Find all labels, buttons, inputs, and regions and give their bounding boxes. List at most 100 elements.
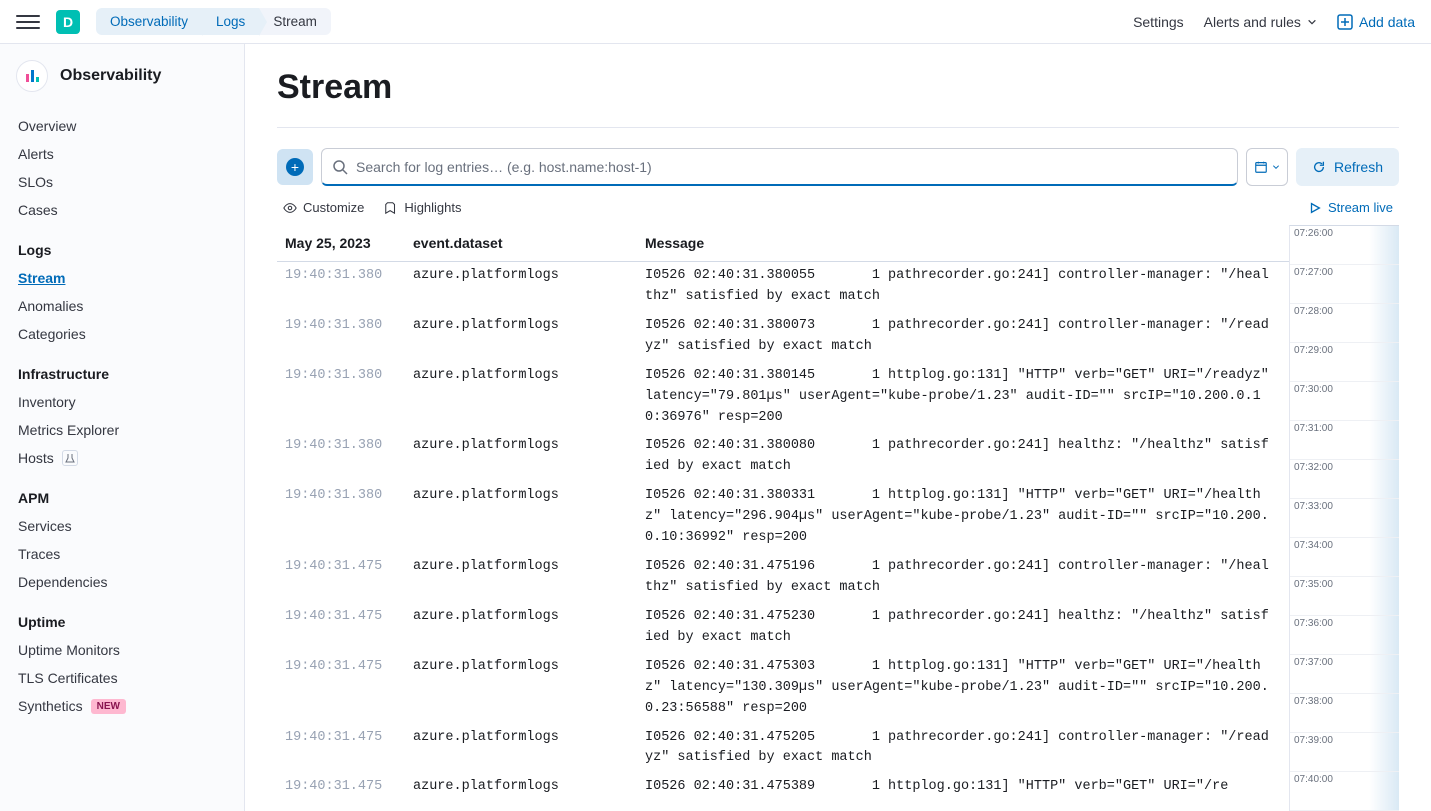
- log-header: May 25, 2023 event.dataset Message: [277, 225, 1289, 261]
- sidebar: Observability Overview Alerts SLOs Cases Log…: [0, 44, 245, 811]
- alerts-rules-label: Alerts and rules: [1204, 14, 1301, 30]
- sidebar-heading: Uptime: [0, 604, 244, 636]
- minimap-tick: 07:35:00: [1290, 577, 1399, 616]
- alerts-rules-menu[interactable]: Alerts and rules: [1204, 14, 1317, 30]
- sidebar-item-tls-certificates[interactable]: TLS Certificates: [0, 664, 244, 692]
- log-row[interactable]: 19:40:31.380azure.platformlogsI0526 02:4…: [277, 432, 1289, 482]
- col-header-message: Message: [645, 235, 1281, 251]
- play-icon: [1308, 201, 1322, 215]
- minimap-tick: 07:32:00: [1290, 460, 1399, 499]
- log-timestamp: 19:40:31.475: [285, 557, 413, 599]
- log-message: I0526 02:40:31.475303 1 httplog.go:131] …: [645, 657, 1281, 720]
- log-row[interactable]: 19:40:31.380azure.platformlogsI0526 02:4…: [277, 482, 1289, 553]
- chevron-down-icon: [1272, 163, 1280, 171]
- log-timestamp: 19:40:31.475: [285, 607, 413, 649]
- log-dataset: azure.platformlogs: [413, 486, 645, 549]
- minimap-tick: 07:27:00: [1290, 265, 1399, 304]
- sidebar-header: Observability: [0, 44, 244, 112]
- sidebar-item-stream[interactable]: Stream: [0, 264, 244, 292]
- hamburger-menu-icon[interactable]: [16, 10, 40, 34]
- sidebar-item-label: Synthetics: [18, 698, 83, 714]
- customize-button[interactable]: Customize: [283, 200, 364, 215]
- log-minimap[interactable]: 07:26:0007:27:0007:28:0007:29:0007:30:00…: [1289, 225, 1399, 811]
- log-message: I0526 02:40:31.380073 1 pathrecorder.go:…: [645, 316, 1281, 358]
- beta-badge-icon: [62, 450, 78, 466]
- minimap-tick: 07:31:00: [1290, 421, 1399, 460]
- search-icon: [332, 159, 348, 175]
- log-dataset: azure.platformlogs: [413, 436, 645, 478]
- settings-link[interactable]: Settings: [1133, 14, 1184, 30]
- stream-live-button[interactable]: Stream live: [1308, 200, 1393, 215]
- log-dataset: azure.platformlogs: [413, 316, 645, 358]
- log-row[interactable]: 19:40:31.475azure.platformlogsI0526 02:4…: [277, 603, 1289, 653]
- sidebar-item-label: Overview: [18, 118, 76, 134]
- highlights-label: Highlights: [404, 200, 461, 215]
- add-data-button[interactable]: Add data: [1337, 14, 1415, 30]
- stream-live-label: Stream live: [1328, 200, 1393, 215]
- sidebar-item-metrics-explorer[interactable]: Metrics Explorer: [0, 416, 244, 444]
- sidebar-heading: Logs: [0, 232, 244, 264]
- add-filter-button[interactable]: +: [277, 149, 313, 185]
- log-row[interactable]: 19:40:31.380azure.platformlogsI0526 02:4…: [277, 262, 1289, 312]
- breadcrumb-stream: Stream: [259, 8, 331, 35]
- space-badge[interactable]: D: [56, 10, 80, 34]
- log-timestamp: 19:40:31.475: [285, 657, 413, 720]
- sidebar-item-overview[interactable]: Overview: [0, 112, 244, 140]
- breadcrumb-observability[interactable]: Observability: [96, 8, 202, 35]
- date-picker-button[interactable]: [1246, 148, 1288, 186]
- log-message: I0526 02:40:31.380145 1 httplog.go:131] …: [645, 366, 1281, 429]
- minimap-tick: 07:26:00: [1290, 226, 1399, 265]
- minimap-tick: 07:34:00: [1290, 538, 1399, 577]
- sidebar-item-synthetics[interactable]: Synthetics NEW: [0, 692, 244, 720]
- refresh-label: Refresh: [1334, 159, 1383, 175]
- sidebar-item-traces[interactable]: Traces: [0, 540, 244, 568]
- log-timestamp: 19:40:31.380: [285, 266, 413, 308]
- log-dataset: azure.platformlogs: [413, 557, 645, 599]
- log-message: I0526 02:40:31.475389 1 httplog.go:131] …: [645, 777, 1281, 798]
- sidebar-item-inventory[interactable]: Inventory: [0, 388, 244, 416]
- sidebar-item-uptime-monitors[interactable]: Uptime Monitors: [0, 636, 244, 664]
- search-input[interactable]: [356, 159, 1227, 175]
- sidebar-item-label: Hosts: [18, 450, 54, 466]
- sidebar-item-cases[interactable]: Cases: [0, 196, 244, 224]
- refresh-button[interactable]: Refresh: [1296, 148, 1399, 186]
- plus-icon: +: [286, 158, 304, 176]
- sidebar-item-services[interactable]: Services: [0, 512, 244, 540]
- sidebar-item-anomalies[interactable]: Anomalies: [0, 292, 244, 320]
- sidebar-item-label: Alerts: [18, 146, 54, 162]
- minimap-tick: 07:29:00: [1290, 343, 1399, 382]
- log-dataset: azure.platformlogs: [413, 728, 645, 770]
- log-row[interactable]: 19:40:31.380azure.platformlogsI0526 02:4…: [277, 312, 1289, 362]
- sidebar-heading: Infrastructure: [0, 356, 244, 388]
- log-row[interactable]: 19:40:31.475azure.platformlogsI0526 02:4…: [277, 724, 1289, 774]
- new-badge: NEW: [91, 699, 126, 714]
- sidebar-item-label: Stream: [18, 270, 65, 286]
- calendar-icon: [1254, 160, 1268, 174]
- highlights-button[interactable]: Highlights: [384, 200, 461, 215]
- sidebar-item-slos[interactable]: SLOs: [0, 168, 244, 196]
- breadcrumb: Observability Logs Stream: [96, 8, 331, 36]
- sidebar-item-dependencies[interactable]: Dependencies: [0, 568, 244, 596]
- minimap-tick: 07:37:00: [1290, 655, 1399, 694]
- sidebar-item-label: Metrics Explorer: [18, 422, 119, 438]
- log-dataset: azure.platformlogs: [413, 607, 645, 649]
- sidebar-item-label: Cases: [18, 202, 58, 218]
- sidebar-item-label: Inventory: [18, 394, 76, 410]
- breadcrumb-logs[interactable]: Logs: [202, 8, 259, 35]
- sidebar-item-label: Traces: [18, 546, 60, 562]
- log-row[interactable]: 19:40:31.475azure.platformlogsI0526 02:4…: [277, 653, 1289, 724]
- log-timestamp: 19:40:31.380: [285, 486, 413, 549]
- add-data-label: Add data: [1359, 14, 1415, 30]
- log-toolbar: Customize Highlights Stream live: [277, 186, 1399, 225]
- log-row[interactable]: 19:40:31.475azure.platformlogsI0526 02:4…: [277, 553, 1289, 603]
- log-row[interactable]: 19:40:31.380azure.platformlogsI0526 02:4…: [277, 362, 1289, 433]
- sidebar-item-alerts[interactable]: Alerts: [0, 140, 244, 168]
- minimap-tick: 07:36:00: [1290, 616, 1399, 655]
- log-dataset: azure.platformlogs: [413, 657, 645, 720]
- log-message: I0526 02:40:31.380080 1 pathrecorder.go:…: [645, 436, 1281, 478]
- log-row[interactable]: 19:40:31.475azure.platformlogsI0526 02:4…: [277, 773, 1289, 802]
- sidebar-item-hosts[interactable]: Hosts: [0, 444, 244, 472]
- sidebar-item-categories[interactable]: Categories: [0, 320, 244, 348]
- log-message: I0526 02:40:31.475230 1 pathrecorder.go:…: [645, 607, 1281, 649]
- sidebar-item-label: Anomalies: [18, 298, 83, 314]
